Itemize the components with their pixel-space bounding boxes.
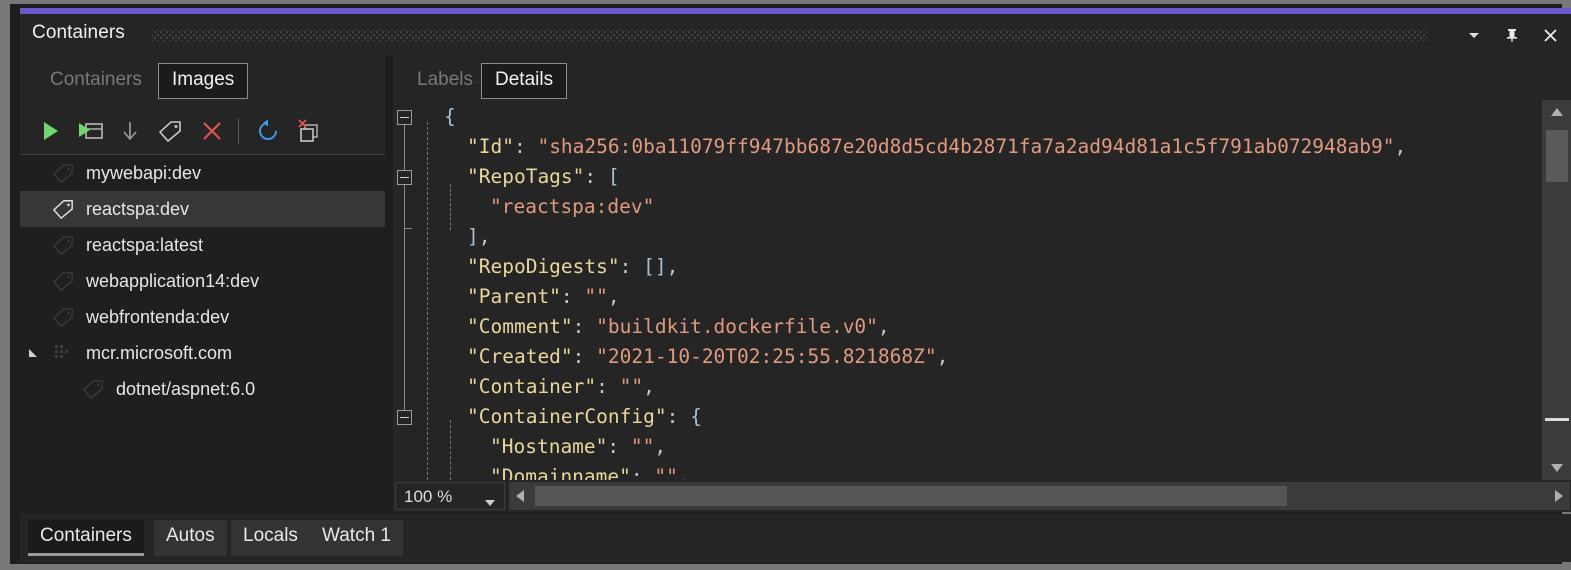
fold-guide-repotags (404, 184, 405, 228)
right-pane-tabs: Labels Details (393, 56, 1571, 104)
json-line-text: "Id": "sha256:0ba11079ff947bb687e20d8d5c… (467, 135, 1407, 158)
json-line-text: "RepoDigests": [], (467, 255, 679, 278)
tag-icon (46, 191, 80, 227)
fold-guide-repotags-end (404, 228, 412, 229)
tree-row[interactable]: reactspa:dev (20, 191, 385, 227)
tab-images[interactable]: Images (158, 63, 249, 99)
tree-item-label: mcr.microsoft.com (86, 342, 233, 363)
details-pane: Labels Details { "Id": "sha256:0ba11079ff… (393, 56, 1571, 512)
images-toolbar (20, 108, 385, 154)
horizontal-scrollbar-thumb[interactable] (535, 486, 1287, 506)
json-line-text: "Container": "", (467, 375, 655, 398)
tree-expander[interactable] (20, 227, 46, 263)
tree-item-label: reactspa:latest (86, 234, 204, 255)
tree-expander[interactable] (20, 371, 46, 407)
details-status-row: 100 % (393, 480, 1571, 512)
images-tree[interactable]: mywebapi:dev reactspa:dev reactspa:lates… (20, 154, 385, 513)
page-title: Containers (32, 22, 125, 43)
tab-containers[interactable]: Containers (36, 63, 156, 99)
json-line-text: ], (467, 225, 491, 248)
tab-labels[interactable]: Labels (403, 63, 487, 99)
play-icon[interactable] (32, 113, 68, 149)
horizontal-scrollbar[interactable] (509, 482, 1570, 510)
collapse-toggle-icon[interactable] (397, 110, 412, 125)
refresh-icon[interactable] (250, 113, 286, 149)
play-window-icon[interactable] (72, 113, 108, 149)
pin-icon[interactable] (1498, 22, 1526, 48)
tab-autos[interactable]: Autos (154, 520, 227, 556)
tag-icon (46, 299, 80, 335)
json-details-viewer[interactable]: { "Id": "sha256:0ba11079ff947bb687e20d8d5… (393, 100, 1542, 480)
images-pane: Containers Images mywebapi:dev reactspa:… (20, 56, 385, 513)
containers-tool-window: Containers Containers Images mywebapi:de… (0, 0, 1571, 570)
json-line-text: "RepoTags": [ (467, 165, 620, 188)
tag-icon[interactable] (152, 113, 188, 149)
tree-item-label: mywebapi:dev (86, 162, 202, 183)
scroll-up-icon[interactable] (1542, 100, 1571, 124)
tab-containers-bottom[interactable]: Containers (28, 520, 144, 556)
vertical-scrollbar-thumb[interactable] (1546, 130, 1568, 182)
download-arrow-icon[interactable] (112, 113, 148, 149)
tree-item-label: webapplication14:dev (86, 270, 260, 291)
chevron-down-icon (484, 494, 496, 512)
tag-icon (76, 371, 110, 407)
tree-item-label: dotnet/aspnet:6.0 (116, 378, 256, 399)
json-line-text: "reactspa:dev" (490, 195, 655, 218)
tab-watch-1[interactable]: Watch 1 (310, 520, 403, 556)
indent-guide-1 (427, 122, 428, 480)
tag-icon (46, 263, 80, 299)
indent-guide-2b (450, 420, 451, 480)
tree-row[interactable]: reactspa:latest (20, 227, 385, 263)
scroll-left-icon[interactable] (509, 482, 531, 510)
scroll-right-icon[interactable] (1548, 482, 1570, 510)
close-icon[interactable] (1536, 22, 1564, 48)
chevron-down-icon[interactable] (1460, 22, 1488, 48)
collapse-toggle-icon[interactable] (397, 170, 412, 185)
zoom-level-value: 100 % (404, 487, 453, 506)
json-line-text: "Hostname": "", (490, 435, 667, 458)
scrollbar-position-marker (1545, 418, 1569, 421)
close-x-icon[interactable] (194, 113, 230, 149)
tree-row[interactable]: mcr.microsoft.com (20, 335, 385, 371)
fold-guide-root (404, 124, 405, 410)
tree-row[interactable]: dotnet/aspnet:6.0 (20, 371, 385, 407)
indent-guide-2a (450, 184, 451, 230)
tag-icon (46, 227, 80, 263)
tree-row[interactable]: webfrontenda:dev (20, 299, 385, 335)
titlebar-drag-grip[interactable] (152, 29, 1427, 41)
tab-details[interactable]: Details (481, 63, 568, 99)
chevron-expanded-icon[interactable] (20, 335, 46, 371)
collapse-toggle-icon[interactable] (397, 410, 412, 425)
debug-window-tabstrip: Containers Autos Locals Watch 1 (20, 514, 1571, 562)
tree-expander[interactable] (20, 299, 46, 335)
tag-icon (46, 155, 80, 191)
tool-window-titlebar: Containers (20, 14, 1571, 56)
json-line-text: "Domainname": "", (490, 465, 690, 480)
json-line-text: "Comment": "buildkit.dockerfile.v0", (467, 315, 890, 338)
tree-expander[interactable] (20, 155, 46, 191)
left-pane-tabs: Containers Images (20, 56, 385, 108)
tree-expander[interactable] (20, 263, 46, 299)
zoom-level-dropdown[interactable]: 100 % (395, 482, 505, 510)
tree-expander[interactable] (20, 191, 46, 227)
prune-images-icon[interactable] (290, 113, 326, 149)
json-line-text: { (444, 105, 456, 128)
json-line-text: "Parent": "", (467, 285, 620, 308)
tree-row[interactable]: webapplication14:dev (20, 263, 385, 299)
vertical-scrollbar[interactable] (1542, 100, 1571, 480)
toolbar-divider (238, 118, 239, 144)
json-line-text: "ContainerConfig": { (467, 405, 702, 428)
json-line-text: "Created": "2021-10-20T02:25:55.821868Z"… (467, 345, 949, 368)
tab-locals[interactable]: Locals (231, 520, 310, 556)
tree-item-label: webfrontenda:dev (86, 306, 230, 327)
registry-icon (46, 335, 80, 371)
scroll-down-icon[interactable] (1542, 456, 1571, 480)
tree-item-label: reactspa:dev (86, 198, 190, 219)
tree-row[interactable]: mywebapi:dev (20, 155, 385, 191)
